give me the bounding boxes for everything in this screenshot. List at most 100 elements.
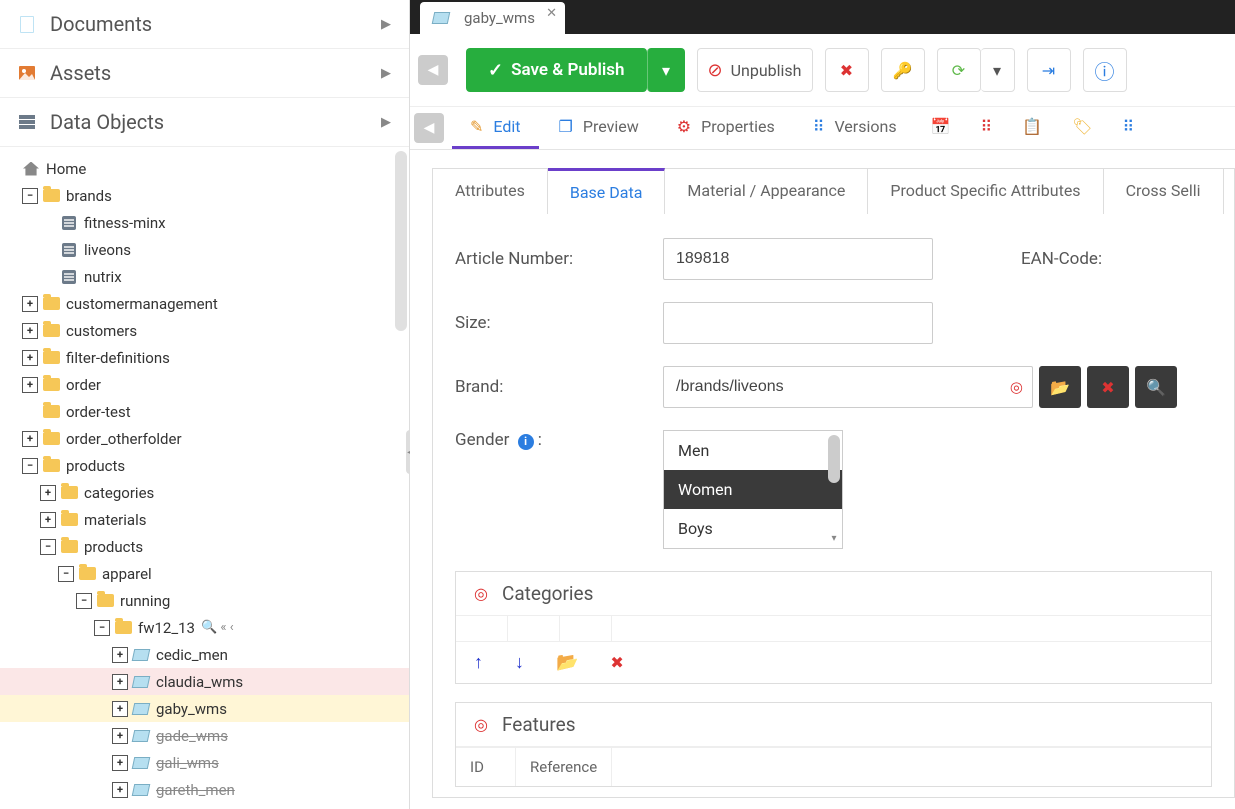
delete-button[interactable]: ✖ <box>825 48 869 92</box>
tree-toggle[interactable]: + <box>22 296 38 312</box>
reload-dropdown[interactable]: ▾ <box>981 48 1015 92</box>
tree-item-products[interactable]: −products <box>0 533 409 560</box>
tree-item-home[interactable]: Home <box>0 155 409 182</box>
article-number-input[interactable] <box>663 238 933 280</box>
tree-item-order_otherfolder[interactable]: +order_otherfolder <box>0 425 409 452</box>
save-publish-button[interactable]: ✓ Save & Publish <box>466 48 647 92</box>
tree-toggle[interactable]: − <box>40 539 56 555</box>
accordion-documents[interactable]: Documents ▶ <box>0 0 409 49</box>
tree-toggle[interactable]: − <box>22 458 38 474</box>
info-icon[interactable]: i <box>518 434 534 450</box>
unpublish-button[interactable]: ⊘ Unpublish <box>697 48 813 92</box>
tree-item-customers[interactable]: +customers <box>0 317 409 344</box>
reload-button[interactable]: ⟳ <box>937 48 981 92</box>
tab-gaby-wms[interactable]: gaby_wms ✕ <box>420 2 565 34</box>
brand-clear-button[interactable]: ✖ <box>1087 366 1129 408</box>
tree-item-gareth_men[interactable]: +gareth_men <box>0 776 409 803</box>
tree-action-button[interactable]: ⇥ <box>1027 48 1071 92</box>
tree-item-label: gade_wms <box>156 727 228 745</box>
subtab-base-data[interactable]: Base Data <box>548 168 666 214</box>
tree-item-order[interactable]: +order <box>0 371 409 398</box>
brand-input[interactable] <box>663 366 1033 408</box>
tree-item-claudia_wms[interactable]: +claudia_wms <box>0 668 409 695</box>
tree-toggle[interactable]: − <box>58 566 74 582</box>
tree-toggle[interactable]: + <box>112 647 128 663</box>
view-tab-preview[interactable]: ❐ Preview <box>541 107 657 149</box>
view-tab-versions[interactable]: ⠿ Versions <box>795 107 915 149</box>
view-tab-edit[interactable]: ✎ Edit <box>452 107 539 149</box>
size-label: Size: <box>455 313 635 333</box>
gender-select[interactable]: MenWomenBoys▾ <box>663 430 843 549</box>
tree-item-categories[interactable]: +categories <box>0 479 409 506</box>
tree-item-apparel[interactable]: −apparel <box>0 560 409 587</box>
gender-option-men[interactable]: Men <box>664 431 842 470</box>
pencil-icon: ✎ <box>470 117 483 136</box>
view-tab-dependencies[interactable]: ⠿ <box>967 107 1007 149</box>
tree-item-fw12_13[interactable]: −fw12_13🔍 « ‹ <box>0 614 409 641</box>
scrollbar[interactable]: ▾ <box>828 435 840 544</box>
view-tab-tags[interactable]: 🏷 <box>1058 107 1106 149</box>
tree-item-running[interactable]: −running <box>0 587 409 614</box>
tree-item-gali_wms[interactable]: +gali_wms <box>0 749 409 776</box>
tree-toggle[interactable]: + <box>22 323 38 339</box>
tree-toggle[interactable]: − <box>76 593 92 609</box>
tree-item-order-test[interactable]: order-test <box>0 398 409 425</box>
toolbar-back-button[interactable]: ◀ <box>418 55 448 85</box>
info-button[interactable]: ⓘ <box>1083 48 1127 92</box>
view-tab-more[interactable]: ⠿ <box>1108 107 1148 149</box>
accordion-label: Data Objects <box>50 110 164 134</box>
tree-item-materials[interactable]: +materials <box>0 506 409 533</box>
scrollbar[interactable] <box>395 151 407 331</box>
remove-button[interactable]: ✖ <box>610 653 623 672</box>
save-publish-dropdown[interactable]: ▾ <box>647 48 685 92</box>
subtab-cross-selli[interactable]: Cross Selli <box>1104 169 1224 214</box>
tree-toggle[interactable]: − <box>94 620 110 636</box>
move-down-button[interactable]: ↓ <box>515 652 524 673</box>
features-table-header: ID Reference <box>456 747 1211 786</box>
tree-item-gade_wms[interactable]: + gade_wms <box>0 722 409 749</box>
subtab-product-specific-attributes[interactable]: Product Specific Attributes <box>868 169 1103 214</box>
move-up-button[interactable]: ↑ <box>474 652 483 673</box>
tree-item-label: cedic_men <box>156 646 228 664</box>
accordion-assets[interactable]: Assets ▶ <box>0 49 409 98</box>
view-tab-notes[interactable]: 📋 <box>1008 107 1056 149</box>
close-icon[interactable]: ✕ <box>546 6 557 21</box>
rename-button[interactable]: 🔑 <box>881 48 925 92</box>
tree-toggle[interactable]: + <box>112 782 128 798</box>
tree-toggle[interactable]: + <box>40 485 56 501</box>
tree-item-brands[interactable]: −brands <box>0 182 409 209</box>
brand-open-button[interactable]: 📂 <box>1039 366 1081 408</box>
gender-option-women[interactable]: Women <box>664 470 842 509</box>
tree-item-label: liveons <box>84 241 131 259</box>
tree-toggle[interactable]: + <box>112 728 128 744</box>
view-tab-schedule[interactable]: 📅 <box>917 107 965 149</box>
tree-item-gaby_wms[interactable]: +gaby_wms <box>0 695 409 722</box>
subtab-attributes[interactable]: Attributes <box>433 169 548 214</box>
tree-item-nutrix[interactable]: nutrix <box>0 263 409 290</box>
open-button[interactable]: 📂 <box>556 652 578 673</box>
brand-search-button[interactable]: 🔍 <box>1135 366 1177 408</box>
tree-toggle[interactable]: + <box>22 377 38 393</box>
tree-item-liveons[interactable]: liveons <box>0 236 409 263</box>
tree-toggle[interactable]: + <box>112 674 128 690</box>
tree-toggle[interactable]: + <box>22 431 38 447</box>
subtab-material-appearance[interactable]: Material / Appearance <box>665 169 868 214</box>
tree-item-customermanagement[interactable]: +customermanagement <box>0 290 409 317</box>
tree-item-fitness-minx[interactable]: fitness-minx <box>0 209 409 236</box>
row-actions[interactable]: 🔍 « ‹ <box>201 620 234 635</box>
tree-toggle[interactable]: − <box>22 188 38 204</box>
tree-item-filter-definitions[interactable]: +filter-definitions <box>0 344 409 371</box>
size-input[interactable] <box>663 302 933 344</box>
viewtabs-back-button[interactable]: ◀ <box>414 113 444 143</box>
tree-toggle[interactable]: + <box>112 755 128 771</box>
view-tab-properties[interactable]: ⚙ Properties <box>659 107 793 149</box>
tree-item-products[interactable]: −products <box>0 452 409 479</box>
accordion-data-objects[interactable]: Data Objects ▶ <box>0 98 409 147</box>
tree-toggle[interactable]: + <box>22 350 38 366</box>
tree-toggle[interactable]: + <box>40 512 56 528</box>
tree-item-cedic_men[interactable]: + cedic_men <box>0 641 409 668</box>
chevron-right-icon: ▶ <box>381 115 391 130</box>
tree: Home−brandsfitness-minxliveonsnutrix+cus… <box>0 147 409 809</box>
gender-option-boys[interactable]: Boys <box>664 509 842 548</box>
tree-toggle[interactable]: + <box>112 701 128 717</box>
